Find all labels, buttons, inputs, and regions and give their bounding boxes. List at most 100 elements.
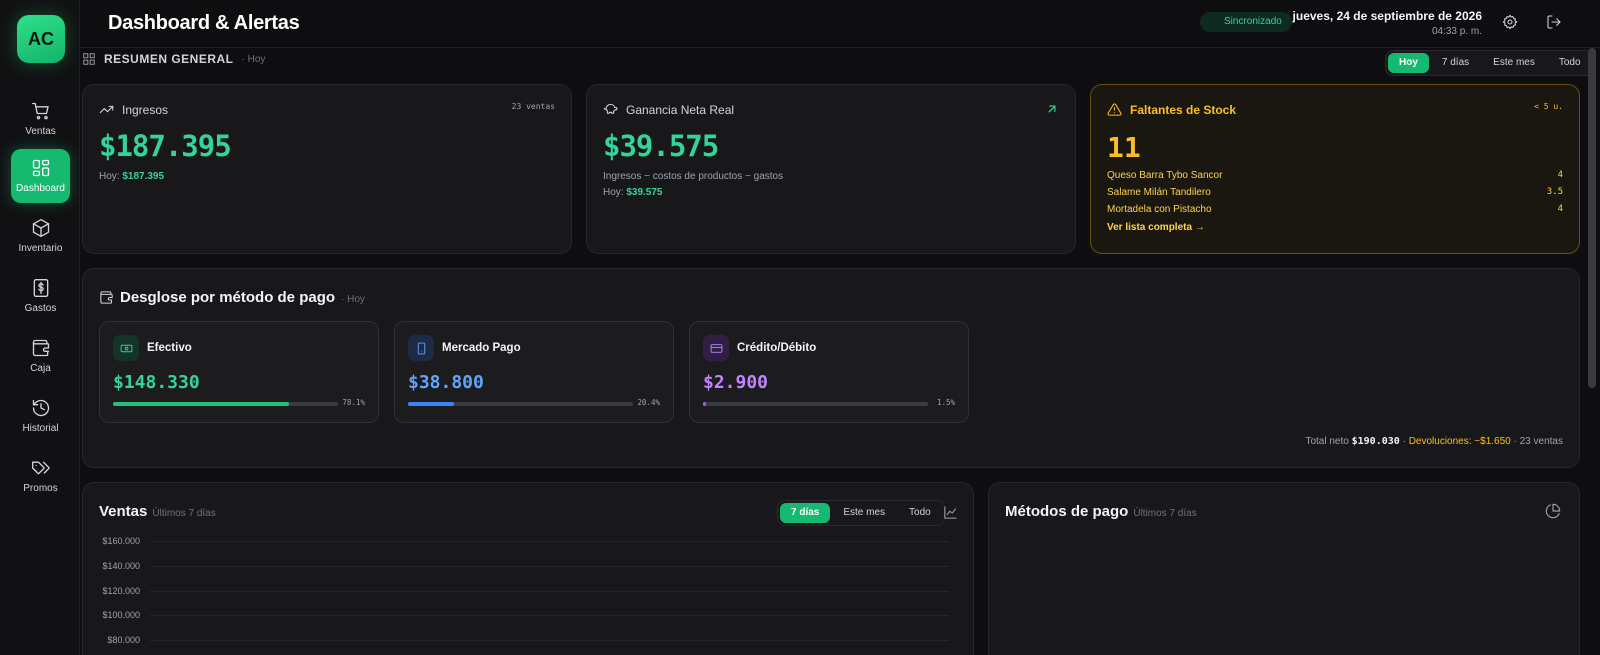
methods-chart-period: Últimos 7 días	[1133, 508, 1197, 519]
pm-label: Efectivo	[147, 342, 192, 354]
top-header: Dashboard & Alertas Sincronizado jueves,…	[80, 0, 1600, 48]
app-logo[interactable]: AC	[17, 15, 65, 63]
payment-breakdown-card: Desglose por método de pago · Hoy Efecti…	[82, 268, 1580, 468]
ingresos-sales-count: 23 ventas	[511, 102, 555, 111]
sidebar-item-label: Inventario	[18, 243, 63, 254]
ingresos-today-value: $187.395	[122, 171, 165, 182]
cash-icon	[120, 344, 132, 352]
cart-icon	[31, 102, 49, 120]
pm-amount: $148.330	[113, 372, 200, 393]
pm-percent: 20.4%	[637, 398, 660, 407]
sales-range-este-mes[interactable]: Este mes	[832, 503, 896, 523]
line-chart-icon[interactable]	[943, 505, 958, 520]
payment-methods-chart-card: Métodos de pago Últimos 7 días	[988, 482, 1580, 655]
methods-chart-title: Métodos de pago	[1005, 503, 1129, 520]
trending-up-icon	[99, 105, 114, 114]
ganancia-formula: Ingresos − costos de productos − gastos	[603, 171, 784, 182]
ingresos-label: Ingresos	[122, 102, 169, 117]
sidebar-item-caja[interactable]: Caja	[11, 329, 70, 383]
logout-button[interactable]	[1546, 14, 1562, 30]
sidebar-item-label: Gastos	[24, 303, 57, 314]
sales-range-7-dias[interactable]: 7 días	[780, 503, 831, 523]
sidebar: AC Ventas Dashboard Inventario Gastos Ca…	[0, 0, 80, 655]
page-scrollbar-thumb[interactable]	[1588, 48, 1596, 388]
range-option-7-dias[interactable]: 7 días	[1431, 53, 1480, 73]
ingresos-value: $187.395	[99, 129, 232, 163]
sidebar-item-ventas[interactable]: Ventas	[11, 92, 70, 146]
range-option-este-mes[interactable]: Este mes	[1482, 53, 1546, 73]
warning-icon	[1107, 103, 1122, 116]
y-gridline	[150, 640, 949, 641]
sync-dot-icon	[1210, 19, 1216, 25]
ingresos-card: Ingresos 23 ventas $187.395 Hoy: $187.39…	[82, 84, 572, 254]
ganancia-today-value: $39.575	[626, 187, 663, 198]
summary-title: RESUMEN GENERAL	[104, 52, 234, 66]
sidebar-item-inventario[interactable]: Inventario	[11, 209, 70, 263]
sidebar-item-label: Ventas	[25, 126, 56, 137]
box-icon	[32, 219, 49, 237]
sidebar-item-label: Historial	[22, 423, 59, 434]
grid-icon	[83, 53, 95, 65]
pm-icon-box	[408, 335, 434, 361]
wallet-icon	[32, 339, 49, 357]
pm-progress-track	[113, 402, 338, 406]
sales-range-todo[interactable]: Todo	[898, 503, 942, 523]
y-tick-label: $140.000	[102, 561, 140, 571]
page-title: Dashboard & Alertas	[108, 12, 300, 34]
card-icon	[710, 343, 722, 353]
ganancia-card: Ganancia Neta Real $39.575 Ingresos − co…	[586, 84, 1076, 254]
payment-breakdown-heading: Desglose por método de pago · Hoy	[99, 289, 365, 306]
ganancia-today-label: Hoy:	[603, 187, 624, 198]
summary-period: · Hoy	[241, 53, 266, 65]
pm-progress-fill	[408, 402, 454, 406]
sidebar-item-label: Promos	[23, 483, 58, 494]
sidebar-item-dashboard[interactable]: Dashboard	[11, 149, 70, 203]
ganancia-today: Hoy: $39.575	[603, 187, 663, 198]
pm-percent: 1.5%	[936, 398, 955, 407]
payment-method-efectivo[interactable]: Efectivo $148.330 78.1%	[99, 321, 379, 423]
stock-item-name: Mortadela con Pistacho	[1107, 204, 1212, 215]
stock-full-list-link[interactable]: Ver lista completa →	[1107, 222, 1205, 233]
summary-range-selector: Hoy 7 días Este mes Todo	[1385, 50, 1595, 76]
pm-percent: 78.1%	[342, 398, 365, 407]
range-option-hoy[interactable]: Hoy	[1388, 53, 1429, 73]
stock-threshold: < 5 u.	[1534, 102, 1563, 111]
piggy-bank-icon	[603, 103, 618, 114]
settings-button[interactable]	[1502, 14, 1518, 30]
stock-alert-card: Faltantes de Stock < 5 u. 11 Queso Barra…	[1090, 84, 1580, 254]
pm-label: Mercado Pago	[442, 342, 521, 354]
y-tick-label: $160.000	[102, 536, 140, 546]
pie-chart-icon[interactable]	[1545, 503, 1561, 519]
ingresos-card-title: Ingresos	[99, 102, 168, 117]
sales-chart-card: Ventas Últimos 7 días 7 días Este mes To…	[82, 482, 974, 655]
payment-method-mercado-pago[interactable]: Mercado Pago $38.800 20.4%	[394, 321, 674, 423]
pm-icon-box	[113, 335, 139, 361]
sync-status-badge: Sincronizado	[1200, 12, 1292, 32]
y-tick-label: $100.000	[102, 610, 140, 620]
pm-progress-track	[408, 402, 633, 406]
total-sales-count: · 23 ventas	[1513, 436, 1563, 447]
stock-item-qty: 4	[1557, 204, 1563, 214]
stock-item: Queso Barra Tybo Sancor 4	[1107, 170, 1563, 181]
sales-chart-heading: Ventas Últimos 7 días	[99, 503, 216, 520]
sidebar-item-gastos[interactable]: Gastos	[11, 269, 70, 323]
total-net-label: Total neto	[1305, 436, 1349, 447]
range-option-todo[interactable]: Todo	[1548, 53, 1592, 73]
payment-method-credito-debito[interactable]: Crédito/Débito $2.900 1.5%	[689, 321, 969, 423]
arrow-up-right-icon[interactable]	[1045, 102, 1059, 116]
sidebar-item-label: Caja	[30, 363, 51, 374]
y-gridline	[150, 566, 949, 567]
stock-card-title: Faltantes de Stock	[1107, 102, 1236, 117]
methods-chart-heading: Métodos de pago Últimos 7 días	[1005, 503, 1197, 520]
total-net-value: $190.030	[1351, 436, 1400, 447]
returns-value: Devoluciones: −$1.650	[1408, 436, 1511, 447]
wallet-icon	[100, 291, 113, 304]
sidebar-item-promos[interactable]: Promos	[11, 449, 70, 503]
payment-breakdown-period: · Hoy	[341, 294, 365, 305]
dashboard-icon	[32, 159, 49, 177]
logout-icon	[1547, 15, 1561, 29]
sidebar-item-historial[interactable]: Historial	[11, 389, 70, 443]
y-tick-label: $120.000	[102, 586, 140, 596]
ganancia-label: Ganancia Neta Real	[626, 102, 735, 117]
stock-item-qty: 4	[1557, 170, 1563, 180]
